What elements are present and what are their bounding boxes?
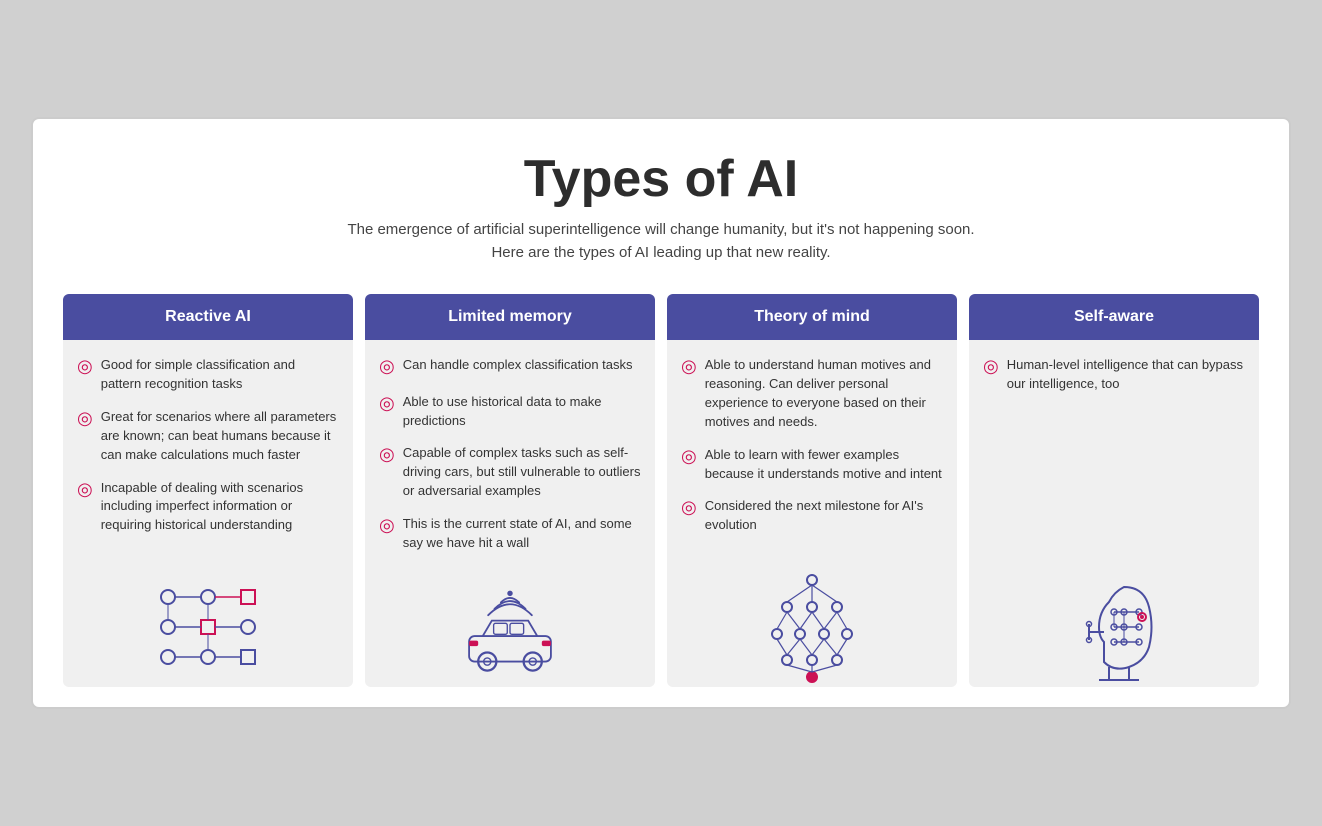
bullet-icon: ◎ xyxy=(681,445,697,468)
column-body-self-aware: ◎ Human-level intelligence that can bypa… xyxy=(969,340,1259,566)
column-header-self-aware: Self-aware xyxy=(969,294,1259,340)
column-header-limited-memory: Limited memory xyxy=(365,294,655,340)
list-item: ◎ Incapable of dealing with scenarios in… xyxy=(77,479,339,536)
list-item: ◎ Good for simple classification and pat… xyxy=(77,356,339,394)
bullet-icon: ◎ xyxy=(681,355,697,378)
column-header-reactive: Reactive AI xyxy=(63,294,353,340)
subtitle: The emergence of artificial superintelli… xyxy=(63,219,1259,264)
page-title: Types of AI xyxy=(63,149,1259,209)
column-body-theory-of-mind: ◎ Able to understand human motives and r… xyxy=(667,340,957,566)
list-item: ◎ Able to understand human motives and r… xyxy=(681,356,943,431)
list-item: ◎ Can handle complex classification task… xyxy=(379,356,641,378)
bullet-icon: ◎ xyxy=(379,355,395,378)
column-body-limited-memory: ◎ Can handle complex classification task… xyxy=(365,340,655,566)
list-item: ◎ Able to learn with fewer examples beca… xyxy=(681,446,943,484)
bullet-icon: ◎ xyxy=(379,443,395,466)
bullet-icon: ◎ xyxy=(379,392,395,415)
page-header: Types of AI The emergence of artificial … xyxy=(63,149,1259,264)
list-item: ◎ Great for scenarios where all paramete… xyxy=(77,408,339,465)
list-item: ◎ Considered the next milestone for AI's… xyxy=(681,497,943,535)
bullet-icon: ◎ xyxy=(77,478,93,501)
list-item: ◎ Able to use historical data to make pr… xyxy=(379,393,641,431)
list-item: ◎ Human-level intelligence that can bypa… xyxy=(983,356,1245,394)
column-reactive: Reactive AI ◎ Good for simple classifica… xyxy=(63,294,353,686)
reactive-illustration xyxy=(63,567,353,687)
bullet-icon: ◎ xyxy=(379,514,395,537)
column-theory-of-mind: Theory of mind ◎ Able to understand huma… xyxy=(667,294,957,686)
column-body-reactive: ◎ Good for simple classification and pat… xyxy=(63,340,353,566)
bullet-icon: ◎ xyxy=(77,407,93,430)
column-limited-memory: Limited memory ◎ Can handle complex clas… xyxy=(365,294,655,686)
theory-of-mind-illustration xyxy=(667,567,957,687)
bullet-icon: ◎ xyxy=(983,355,999,378)
list-item: ◎ This is the current state of AI, and s… xyxy=(379,515,641,553)
list-item: ◎ Capable of complex tasks such as self-… xyxy=(379,444,641,501)
column-self-aware: Self-aware ◎ Human-level intelligence th… xyxy=(969,294,1259,686)
main-card: Types of AI The emergence of artificial … xyxy=(31,117,1291,708)
bullet-icon: ◎ xyxy=(681,496,697,519)
ai-types-grid: Reactive AI ◎ Good for simple classifica… xyxy=(63,294,1259,686)
limited-memory-illustration xyxy=(365,567,655,687)
column-header-theory-of-mind: Theory of mind xyxy=(667,294,957,340)
bullet-icon: ◎ xyxy=(77,355,93,378)
self-aware-illustration xyxy=(969,567,1259,687)
